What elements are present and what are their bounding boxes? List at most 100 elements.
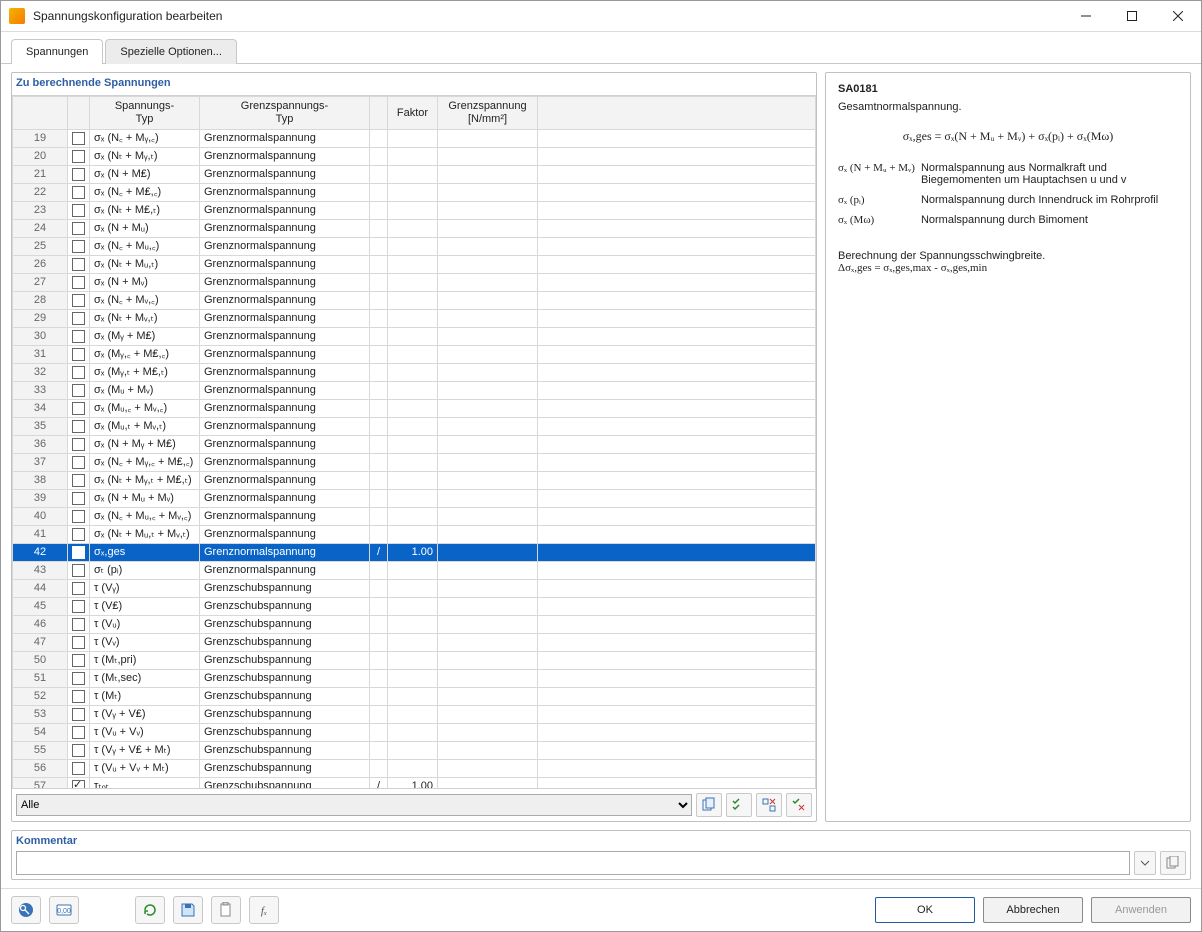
row-checkbox[interactable] (68, 256, 90, 274)
cell-factor[interactable] (388, 238, 438, 256)
table-row[interactable]: 35σₓ (Mᵤ,ₜ + Mᵥ,ₜ)Grenznormalspannung (13, 418, 816, 436)
cell-limit-type[interactable]: Grenzschubspannung (200, 598, 370, 616)
cell-limit-value[interactable] (438, 274, 538, 292)
row-checkbox[interactable] (68, 184, 90, 202)
cell-limit-value[interactable] (438, 562, 538, 580)
cell-factor[interactable] (388, 184, 438, 202)
cell-limit-type[interactable]: Grenznormalspannung (200, 562, 370, 580)
cell-factor[interactable] (388, 220, 438, 238)
cell-limit-value[interactable] (438, 706, 538, 724)
row-checkbox[interactable] (68, 220, 90, 238)
row-checkbox[interactable] (68, 598, 90, 616)
cell-factor[interactable] (388, 670, 438, 688)
cell-limit-type[interactable]: Grenzschubspannung (200, 616, 370, 634)
table-row[interactable]: 40σₓ (N꜀ + Mᵤ,꜀ + Mᵥ,꜀)Grenznormalspannu… (13, 508, 816, 526)
cell-limit-value[interactable] (438, 400, 538, 418)
tab-special-options[interactable]: Spezielle Optionen... (105, 39, 237, 64)
table-row[interactable]: 53τ (Vᵧ + V₤)Grenzschubspannung (13, 706, 816, 724)
table-row[interactable]: 22σₓ (N꜀ + M₤,꜀)Grenznormalspannung (13, 184, 816, 202)
ok-button[interactable]: OK (875, 897, 975, 923)
cancel-button[interactable]: Abbrechen (983, 897, 1083, 923)
row-checkbox[interactable] (68, 526, 90, 544)
cell-limit-type[interactable]: Grenznormalspannung (200, 130, 370, 148)
cell-stress-type[interactable]: τ (Vᵧ + V₤) (90, 706, 200, 724)
table-row[interactable]: 21σₓ (N + M₤)Grenznormalspannung (13, 166, 816, 184)
cell-limit-type[interactable]: Grenznormalspannung (200, 166, 370, 184)
cell-limit-value[interactable] (438, 346, 538, 364)
cell-factor[interactable] (388, 742, 438, 760)
cell-stress-type[interactable]: τ (Mₜ,sec) (90, 670, 200, 688)
cell-limit-type[interactable]: Grenznormalspannung (200, 382, 370, 400)
row-checkbox[interactable] (68, 706, 90, 724)
table-row[interactable]: 30σₓ (Mᵧ + M₤)Grenznormalspannung (13, 328, 816, 346)
row-checkbox[interactable] (68, 742, 90, 760)
cell-limit-value[interactable] (438, 634, 538, 652)
cell-limit-value[interactable] (438, 760, 538, 778)
table-row[interactable]: 25σₓ (N꜀ + Mᵤ,꜀)Grenznormalspannung (13, 238, 816, 256)
cell-factor[interactable] (388, 562, 438, 580)
table-row[interactable]: 51τ (Mₜ,sec)Grenzschubspannung (13, 670, 816, 688)
cell-stress-type[interactable]: τ (Vᵧ + V₤ + Mₜ) (90, 742, 200, 760)
cell-stress-type[interactable]: σₓ (Mᵧ,꜀ + M₤,꜀) (90, 346, 200, 364)
cell-limit-type[interactable]: Grenznormalspannung (200, 238, 370, 256)
cell-stress-type[interactable]: σₓ (Nₜ + Mᵤ,ₜ) (90, 256, 200, 274)
cell-stress-type[interactable]: σₓ (Nₜ + Mᵧ,ₜ) (90, 148, 200, 166)
row-checkbox[interactable] (68, 760, 90, 778)
cell-stress-type[interactable]: τ (Vᵧ) (90, 580, 200, 598)
units-icon[interactable]: 0,00 (49, 896, 79, 924)
cell-limit-type[interactable]: Grenznormalspannung (200, 454, 370, 472)
row-checkbox[interactable] (68, 202, 90, 220)
cell-limit-type[interactable]: Grenznormalspannung (200, 364, 370, 382)
row-checkbox[interactable] (68, 580, 90, 598)
table-row[interactable]: 20σₓ (Nₜ + Mᵧ,ₜ)Grenznormalspannung (13, 148, 816, 166)
cell-limit-type[interactable]: Grenznormalspannung (200, 526, 370, 544)
row-checkbox[interactable] (68, 130, 90, 148)
row-checkbox[interactable] (68, 274, 90, 292)
cell-stress-type[interactable]: τ (Mₜ) (90, 688, 200, 706)
cell-stress-type[interactable]: σₓ (N꜀ + Mᵤ,꜀) (90, 238, 200, 256)
cell-limit-value[interactable] (438, 688, 538, 706)
table-row[interactable]: 39σₓ (N + Mᵤ + Mᵥ)Grenznormalspannung (13, 490, 816, 508)
cell-factor[interactable] (388, 580, 438, 598)
cell-limit-value[interactable] (438, 652, 538, 670)
cell-limit-value[interactable] (438, 418, 538, 436)
cell-stress-type[interactable]: τ (Vᵥ) (90, 634, 200, 652)
table-row[interactable]: 27σₓ (N + Mᵥ)Grenznormalspannung (13, 274, 816, 292)
uncheck-all-icon[interactable] (756, 793, 782, 817)
table-row[interactable]: 45τ (V₤)Grenzschubspannung (13, 598, 816, 616)
table-row[interactable]: 50τ (Mₜ,pri)Grenzschubspannung (13, 652, 816, 670)
cell-stress-type[interactable]: σₓ (N꜀ + M₤,꜀) (90, 184, 200, 202)
table-row[interactable]: 38σₓ (Nₜ + Mᵧ,ₜ + M₤,ₜ)Grenznormalspannu… (13, 472, 816, 490)
row-checkbox[interactable] (68, 310, 90, 328)
cell-stress-type[interactable]: σₓ (N + M₤) (90, 166, 200, 184)
table-row[interactable]: 56τ (Vᵤ + Vᵥ + Mₜ)Grenzschubspannung (13, 760, 816, 778)
cell-limit-value[interactable] (438, 130, 538, 148)
cell-limit-value[interactable] (438, 292, 538, 310)
cell-limit-type[interactable]: Grenznormalspannung (200, 400, 370, 418)
row-checkbox[interactable] (68, 472, 90, 490)
tab-stresses[interactable]: Spannungen (11, 39, 103, 64)
cell-stress-type[interactable]: σₓ (N꜀ + Mᵧ,꜀ + M₤,꜀) (90, 454, 200, 472)
row-checkbox[interactable] (68, 346, 90, 364)
copy-config-icon[interactable] (696, 793, 722, 817)
cell-stress-type[interactable]: τ (V₤) (90, 598, 200, 616)
row-checkbox[interactable] (68, 724, 90, 742)
table-row[interactable]: 37σₓ (N꜀ + Mᵧ,꜀ + M₤,꜀)Grenznormalspannu… (13, 454, 816, 472)
cell-factor[interactable] (388, 292, 438, 310)
cell-limit-value[interactable] (438, 616, 538, 634)
cell-limit-value[interactable] (438, 454, 538, 472)
cell-stress-type[interactable]: σₓ (Nₜ + Mᵧ,ₜ + M₤,ₜ) (90, 472, 200, 490)
table-row[interactable]: 31σₓ (Mᵧ,꜀ + M₤,꜀)Grenznormalspannung (13, 346, 816, 364)
cell-factor[interactable] (388, 454, 438, 472)
cell-stress-type[interactable]: σₓ (N + Mᵤ + Mᵥ) (90, 490, 200, 508)
cell-limit-type[interactable]: Grenznormalspannung (200, 490, 370, 508)
cell-limit-value[interactable] (438, 778, 538, 789)
row-checkbox[interactable] (68, 778, 90, 789)
cell-limit-type[interactable]: Grenzschubspannung (200, 652, 370, 670)
check-all-icon[interactable] (726, 793, 752, 817)
cell-factor[interactable] (388, 148, 438, 166)
cell-limit-type[interactable]: Grenznormalspannung (200, 328, 370, 346)
cell-limit-value[interactable] (438, 220, 538, 238)
cell-factor[interactable] (388, 364, 438, 382)
apply-button[interactable]: Anwenden (1091, 897, 1191, 923)
